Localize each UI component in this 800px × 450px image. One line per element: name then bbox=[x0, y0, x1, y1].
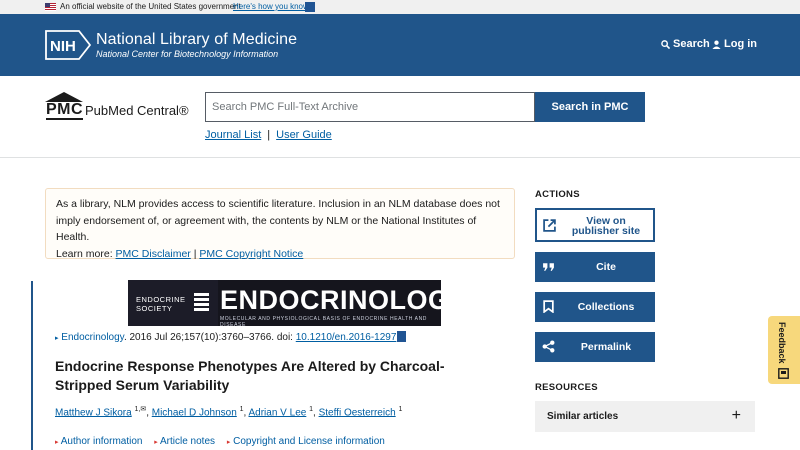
learn-more-label: Learn more: bbox=[56, 247, 113, 260]
journal-banner-image[interactable]: ENDOCRINE SOCIETY ENDOCRINOLOGY MOLECULA… bbox=[128, 280, 441, 326]
permalink-button[interactable]: Permalink bbox=[535, 332, 655, 362]
link-separator: | bbox=[267, 129, 271, 141]
collections-label: Collections bbox=[577, 301, 635, 313]
feedback-message-icon bbox=[778, 368, 789, 379]
user-icon bbox=[712, 40, 721, 49]
search-icon bbox=[661, 39, 670, 49]
author-affiliation[interactable]: 1 bbox=[309, 406, 313, 413]
society-line1: ENDOCRINE bbox=[136, 295, 186, 304]
login-label: Log in bbox=[724, 38, 757, 50]
pmc-search-input[interactable] bbox=[205, 92, 535, 122]
user-guide-link[interactable]: User Guide bbox=[276, 129, 332, 141]
journal-name: ENDOCRINOLOGY bbox=[220, 285, 441, 315]
journal-tagline: MOLECULAR AND PHYSIOLOGICAL BASIS OF END… bbox=[220, 316, 428, 326]
external-link-icon bbox=[543, 219, 556, 232]
pmc-logo[interactable]: PMC PubMed Central® bbox=[45, 92, 195, 122]
triangle-right-icon: ▸ bbox=[55, 335, 59, 342]
author-list: Matthew J Sikora 1,✉, Michael D Johnson … bbox=[55, 406, 403, 419]
journal-list-link[interactable]: Journal List bbox=[205, 129, 261, 141]
disclaimer-separator: | bbox=[193, 247, 197, 260]
bookmark-icon bbox=[543, 300, 554, 313]
author-information-toggle[interactable]: ▸ Author information bbox=[55, 436, 142, 447]
plus-icon: + bbox=[731, 407, 741, 424]
disclaimer-text: As a library, NLM provides access to sci… bbox=[56, 198, 500, 243]
citation-text: . 2016 Jul 26;157(10):3760–3766. doi: bbox=[123, 332, 296, 343]
pmc-search-bar: PMC PubMed Central® Search in PMC Journa… bbox=[0, 76, 800, 158]
nih-mark: NIH bbox=[50, 38, 76, 55]
gov-banner-text: An official website of the United States… bbox=[60, 2, 241, 11]
actions-heading: ACTIONS bbox=[535, 189, 580, 200]
pmc-logo-name: PubMed Central® bbox=[85, 103, 189, 118]
chevron-down-icon[interactable] bbox=[305, 2, 315, 12]
pmc-disclaimer-link[interactable]: PMC Disclaimer bbox=[116, 248, 191, 260]
author-link[interactable]: Matthew J Sikora bbox=[55, 407, 132, 418]
article-info-links: ▸ Author information ▸ Article notes ▸ C… bbox=[55, 436, 394, 447]
view-on-publisher-button[interactable]: View on publisher site bbox=[535, 208, 655, 242]
article-notes-toggle[interactable]: ▸ Article notes bbox=[154, 436, 215, 447]
society-line2: SOCIETY bbox=[136, 304, 173, 313]
triangle-right-icon: ▸ bbox=[55, 439, 59, 446]
copyright-license-toggle[interactable]: ▸ Copyright and License information bbox=[227, 436, 385, 447]
search-in-pmc-button[interactable]: Search in PMC bbox=[535, 92, 645, 122]
permalink-label: Permalink bbox=[580, 341, 632, 353]
external-link-icon[interactable] bbox=[397, 331, 407, 342]
login-button[interactable]: Log in bbox=[712, 38, 757, 50]
feedback-label: Feedback bbox=[777, 322, 787, 364]
author-link[interactable]: Steffi Oesterreich bbox=[319, 407, 396, 418]
author-affiliation[interactable]: 1 bbox=[398, 406, 402, 413]
article-notes-label: Article notes bbox=[160, 436, 216, 447]
article-title: Endocrine Response Phenotypes Are Altere… bbox=[55, 358, 445, 393]
heres-how-you-know-link[interactable]: Here's how you know bbox=[233, 0, 309, 14]
site-subtitle: National Center for Biotechnology Inform… bbox=[96, 49, 279, 59]
copyright-license-label: Copyright and License information bbox=[233, 436, 385, 447]
citation-line: ▸ Endocrinology. 2016 Jul 26;157(10):376… bbox=[55, 331, 407, 343]
header-search-button[interactable]: Search bbox=[661, 38, 710, 50]
journal-link[interactable]: Endocrinology bbox=[61, 332, 124, 343]
author-affiliation[interactable]: 1,✉ bbox=[134, 406, 146, 413]
author-information-label: Author information bbox=[60, 436, 143, 447]
similar-articles-label: Similar articles bbox=[547, 411, 619, 422]
author-affiliation[interactable]: 1 bbox=[240, 406, 244, 413]
similar-articles-accordion[interactable]: Similar articles + bbox=[535, 401, 755, 432]
gov-banner: An official website of the United States… bbox=[0, 0, 800, 14]
article-left-rule bbox=[31, 281, 33, 450]
author-link[interactable]: Michael D Johnson bbox=[152, 407, 237, 418]
feedback-tab[interactable]: Feedback bbox=[768, 316, 800, 384]
triangle-right-icon: ▸ bbox=[154, 439, 158, 446]
view-on-publisher-label: View on publisher site bbox=[571, 215, 641, 237]
share-icon bbox=[542, 340, 555, 353]
cite-button[interactable]: Cite bbox=[535, 252, 655, 282]
nih-header: NIH National Library of Medicine Nationa… bbox=[0, 14, 800, 76]
pmc-copyright-notice-link[interactable]: PMC Copyright Notice bbox=[199, 248, 303, 260]
resources-heading: RESOURCES bbox=[535, 382, 598, 393]
triangle-right-icon: ▸ bbox=[226, 439, 231, 446]
nih-logo-icon[interactable]: NIH bbox=[45, 30, 91, 60]
quote-icon bbox=[543, 263, 554, 271]
society-mark-icon bbox=[194, 293, 209, 311]
site-title[interactable]: National Library of Medicine bbox=[96, 31, 297, 49]
author-link[interactable]: Adrian V Lee bbox=[249, 407, 307, 418]
pmc-sublinks: Journal List | User Guide bbox=[205, 129, 332, 141]
cite-label: Cite bbox=[596, 261, 616, 273]
us-flag-icon bbox=[45, 3, 56, 11]
collections-button[interactable]: Collections bbox=[535, 292, 655, 322]
header-search-label: Search bbox=[673, 38, 710, 50]
nlm-disclaimer: As a library, NLM provides access to sci… bbox=[45, 188, 515, 260]
pmc-logo-mark: PMC bbox=[46, 101, 84, 120]
doi-link[interactable]: 10.1210/en.2016-1297 bbox=[296, 332, 397, 343]
